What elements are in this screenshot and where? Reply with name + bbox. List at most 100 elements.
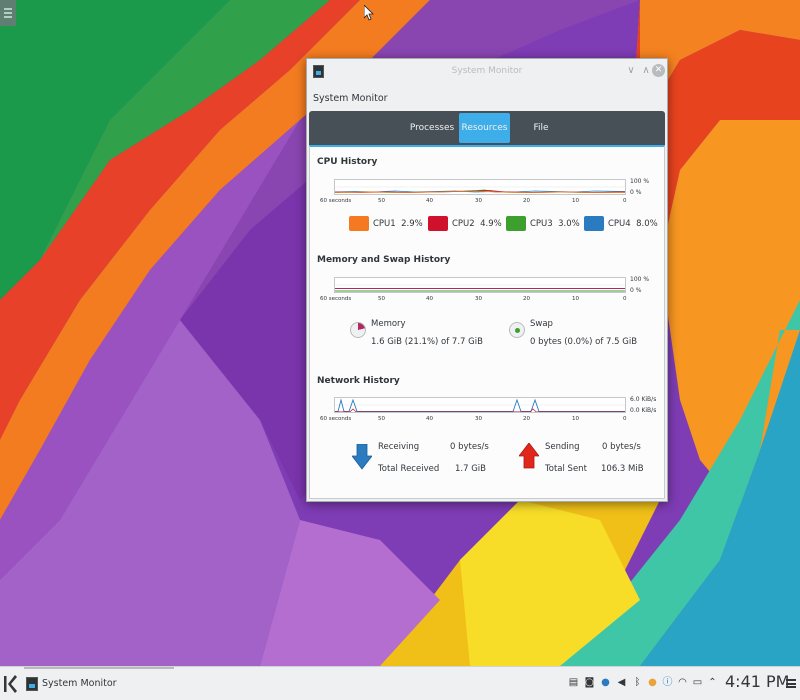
total-received-value: 1.7 GiB bbox=[455, 464, 486, 474]
task-label: System Monitor bbox=[42, 678, 117, 689]
maximize-button[interactable]: ∧ bbox=[640, 65, 652, 77]
kde-connect-icon[interactable]: ◙ bbox=[584, 677, 595, 689]
axis-tick-label: 60 seconds bbox=[320, 416, 352, 422]
minimize-button[interactable]: ∨ bbox=[625, 65, 637, 77]
task-system-monitor[interactable]: System Monitor bbox=[22, 670, 174, 698]
cpu-time-axis: 60 seconds 50 40 30 20 10 0 bbox=[320, 198, 630, 206]
window-titlebar[interactable]: System Monitor ∨ ∧ ✕ bbox=[307, 59, 667, 87]
axis-tick-label: 40 bbox=[426, 416, 433, 422]
memory-history-graph bbox=[334, 277, 626, 293]
axis-tick-label: 40 bbox=[426, 296, 433, 302]
cpu1-color-swatch[interactable] bbox=[349, 216, 369, 231]
axis-tick-label: 30 bbox=[475, 416, 482, 422]
memory-min-label: 0 % bbox=[630, 287, 642, 294]
desktop-toolbox-button[interactable] bbox=[0, 0, 16, 26]
cpu2-name: CPU2 bbox=[452, 219, 475, 229]
battery-icon[interactable]: ▭ bbox=[692, 677, 703, 689]
axis-tick-label: 50 bbox=[378, 296, 385, 302]
network-time-axis: 60 seconds 50 40 30 20 10 0 bbox=[320, 416, 630, 424]
receiving-value: 0 bytes/s bbox=[450, 442, 489, 452]
tab-resources[interactable]: Resources bbox=[459, 113, 510, 143]
bluetooth-icon[interactable]: ᛒ bbox=[632, 677, 643, 689]
tab-bar: Processes Resources File Systems bbox=[309, 111, 665, 163]
download-arrow-icon[interactable] bbox=[352, 444, 372, 470]
axis-tick-label: 50 bbox=[378, 198, 385, 204]
axis-tick-label: 0 bbox=[623, 296, 627, 302]
axis-tick-label: 30 bbox=[475, 198, 482, 204]
system-monitor-window: System Monitor ∨ ∧ ✕ System Monitor Proc… bbox=[306, 58, 668, 502]
mouse-cursor-icon bbox=[364, 5, 374, 21]
axis-tick-label: 20 bbox=[523, 416, 530, 422]
axis-tick-label: 60 seconds bbox=[320, 296, 352, 302]
memory-label: Memory bbox=[371, 319, 406, 329]
axis-tick-label: 50 bbox=[378, 416, 385, 422]
resources-panel: CPU History 100 % 0 % 60 seconds 50 40 3… bbox=[309, 145, 665, 499]
cpu3-color-swatch[interactable] bbox=[506, 216, 526, 231]
hamburger-icon bbox=[4, 8, 12, 18]
axis-tick-label: 40 bbox=[426, 198, 433, 204]
tab-processes[interactable]: Processes bbox=[407, 113, 457, 143]
memory-max-label: 100 % bbox=[630, 276, 650, 283]
axis-tick-label: 10 bbox=[572, 296, 579, 302]
memory-graph-lines bbox=[335, 284, 625, 292]
system-monitor-task-icon bbox=[26, 677, 38, 691]
cpu4-name: CPU4 bbox=[608, 219, 631, 229]
sending-value: 0 bytes/s bbox=[602, 442, 641, 452]
swap-value: 0 bytes (0.0%) of 7.5 GiB bbox=[530, 337, 638, 347]
cpu1-name: CPU1 bbox=[373, 219, 396, 229]
clipboard-icon[interactable]: ▤ bbox=[568, 677, 579, 689]
app-menu-label: System Monitor bbox=[313, 93, 388, 104]
network-min-label: 0.0 KiB/s bbox=[630, 407, 657, 414]
panel-options-icon[interactable] bbox=[786, 679, 796, 688]
swap-pie-chart[interactable] bbox=[509, 322, 525, 338]
cpu2-color-swatch[interactable] bbox=[428, 216, 448, 231]
kde-launcher-icon[interactable] bbox=[2, 670, 18, 698]
taskbar-panel: System Monitor ▤ ◙ ● ◀ ᛒ ● ⓘ ◠ ▭ ⌃ 4:41 … bbox=[0, 666, 800, 700]
cpu-graph-lines bbox=[334, 186, 626, 193]
network-history-title: Network History bbox=[317, 376, 400, 386]
updates-icon[interactable]: ● bbox=[647, 677, 658, 689]
axis-tick-label: 60 seconds bbox=[320, 198, 352, 204]
axis-tick-label: 0 bbox=[623, 416, 627, 422]
digital-clock[interactable]: 4:41 PM bbox=[725, 672, 789, 691]
cpu1-value: 2.9% bbox=[401, 219, 423, 229]
cpu-min-label: 0 % bbox=[630, 189, 642, 196]
network-history-graph bbox=[334, 397, 626, 413]
window-title: System Monitor bbox=[451, 66, 523, 76]
cpu-max-label: 100 % bbox=[630, 178, 650, 185]
close-button[interactable]: ✕ bbox=[652, 64, 665, 77]
tab-file-systems[interactable]: File Systems bbox=[513, 113, 569, 163]
cpu2-value: 4.9% bbox=[480, 219, 502, 229]
axis-tick-label: 30 bbox=[475, 296, 482, 302]
axis-tick-label: 10 bbox=[572, 198, 579, 204]
axis-tick-label: 10 bbox=[572, 416, 579, 422]
memory-time-axis: 60 seconds 50 40 30 20 10 0 bbox=[320, 296, 630, 304]
cpu-history-graph bbox=[334, 179, 626, 195]
info-icon[interactable]: ⓘ bbox=[662, 677, 673, 689]
network-max-label: 6.0 KiB/s bbox=[630, 396, 657, 403]
axis-tick-label: 20 bbox=[523, 296, 530, 302]
axis-tick-label: 0 bbox=[623, 198, 627, 204]
network-graph-lines bbox=[335, 398, 625, 413]
active-task-indicator bbox=[24, 667, 174, 669]
bluetooth-app-icon[interactable]: ● bbox=[600, 677, 611, 689]
network-icon[interactable]: ◠ bbox=[677, 677, 688, 689]
receiving-label: Receiving bbox=[378, 442, 420, 452]
memory-value: 1.6 GiB (21.1%) of 7.7 GiB bbox=[371, 337, 483, 347]
total-sent-value: 106.3 MiB bbox=[601, 464, 644, 474]
cpu3-name: CPU3 bbox=[530, 219, 553, 229]
memory-history-title: Memory and Swap History bbox=[317, 255, 451, 265]
sending-label: Sending bbox=[545, 442, 580, 452]
expand-icon[interactable]: ⌃ bbox=[707, 677, 718, 689]
upload-arrow-icon[interactable] bbox=[519, 443, 539, 469]
total-received-label: Total Received bbox=[378, 464, 440, 474]
axis-tick-label: 20 bbox=[523, 198, 530, 204]
cpu-history-title: CPU History bbox=[317, 157, 378, 167]
cpu4-color-swatch[interactable] bbox=[584, 216, 604, 231]
volume-icon[interactable]: ◀ bbox=[616, 677, 627, 689]
memory-pie-chart[interactable] bbox=[350, 322, 366, 338]
pie-center-dot bbox=[515, 328, 520, 333]
swap-label: Swap bbox=[530, 319, 553, 329]
total-sent-label: Total Sent bbox=[545, 464, 587, 474]
cpu4-value: 8.0% bbox=[636, 219, 658, 229]
